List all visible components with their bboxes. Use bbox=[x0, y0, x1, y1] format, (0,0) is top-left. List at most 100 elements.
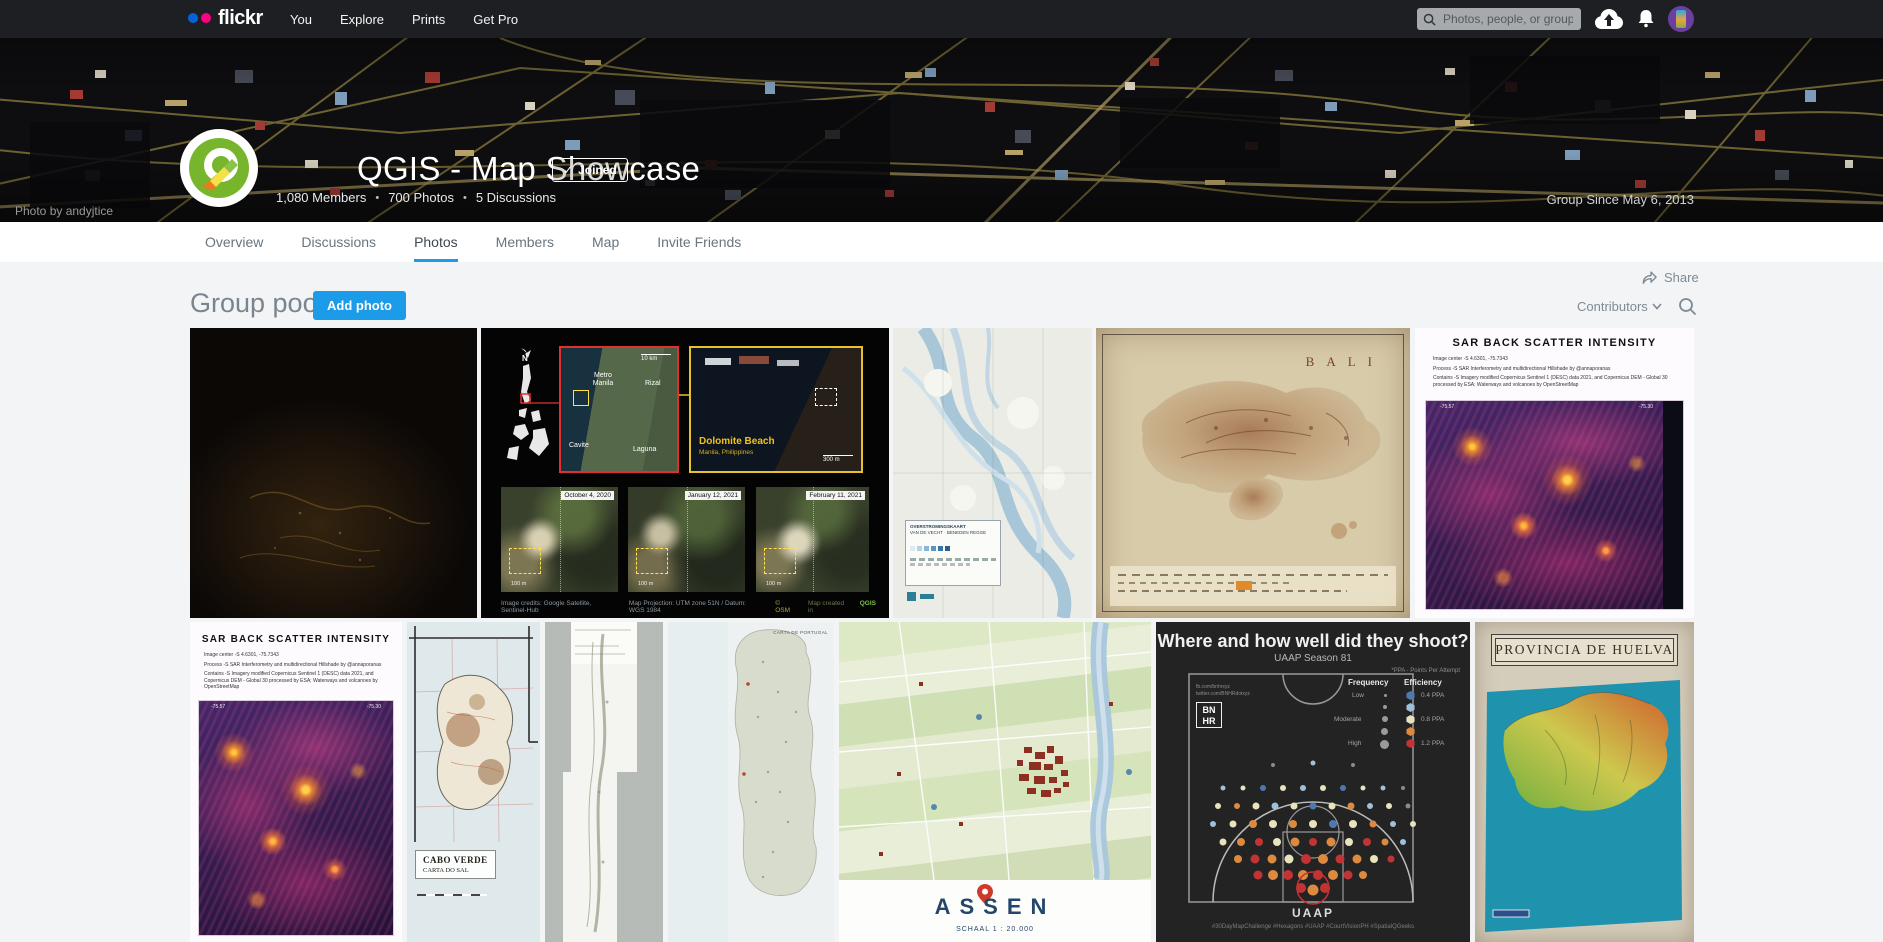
notifications-bell-icon[interactable] bbox=[1637, 9, 1655, 29]
nav-item-explore[interactable]: Explore bbox=[340, 12, 384, 27]
dark-relief-art bbox=[190, 328, 477, 618]
photo-tile-assen[interactable]: ASSEN SCHAAL 1 : 20.000 bbox=[839, 622, 1151, 942]
dolomite-beach-subtitle: Manila, Philippines bbox=[699, 449, 753, 456]
sar-side-strip bbox=[1663, 401, 1683, 609]
coord-label: -75.30 bbox=[1639, 404, 1653, 410]
social-links: fb.com/bnhrxyz twitter.com/BNHRdotxyz bbox=[1196, 684, 1250, 697]
coord-label: -75.57 bbox=[211, 704, 225, 710]
search-icon bbox=[1423, 13, 1436, 26]
photo-tile-dolomite-beach[interactable]: N Metro Manila Rizal Cavite Laguna 10 km… bbox=[481, 328, 889, 618]
panel-date: October 4, 2020 bbox=[561, 491, 614, 500]
bali-title: BALI bbox=[1306, 354, 1384, 370]
credit-osm: © OSM bbox=[775, 600, 794, 614]
nav-item-you[interactable]: You bbox=[290, 12, 312, 27]
global-search[interactable] bbox=[1417, 8, 1581, 30]
freq-dot bbox=[1383, 705, 1387, 709]
huelva-title: PROVINCIA DE HUELVA bbox=[1491, 634, 1678, 666]
nav-item-getpro[interactable]: Get Pro bbox=[473, 12, 518, 27]
group-title: QGIS - Map Showcase bbox=[357, 150, 700, 188]
highlight-box bbox=[573, 390, 589, 406]
sar-line1: Image center -S 4.6301, -75.7343 bbox=[1433, 356, 1673, 363]
photo-tile-long-coastline-map[interactable] bbox=[545, 622, 663, 942]
panel-date: January 12, 2021 bbox=[685, 491, 741, 500]
legend-04ppa: 0.4 PPA bbox=[1421, 692, 1444, 699]
discussions-count[interactable]: 5 Discussions bbox=[476, 190, 556, 205]
share-button[interactable]: Share bbox=[1641, 270, 1699, 285]
photo-tile-sar-backscatter-1[interactable]: SAR BACK SCATTER INTENSITY Image center … bbox=[1415, 328, 1694, 618]
legend-frequency-header: Frequency bbox=[1348, 678, 1388, 687]
user-avatar[interactable] bbox=[1668, 6, 1694, 32]
ship bbox=[705, 358, 731, 365]
joined-label: Joined bbox=[578, 163, 617, 177]
shot-chart-subtitle: UAAP Season 81 bbox=[1156, 653, 1470, 664]
twitter-link: twitter.com/BNHRdotxyz bbox=[1196, 691, 1250, 698]
flickr-logo[interactable]: flickr bbox=[188, 7, 263, 29]
sar-line2: Process -S SAR Interferometry and multid… bbox=[204, 662, 388, 669]
pool-search-icon[interactable] bbox=[1678, 297, 1697, 316]
group-avatar[interactable] bbox=[180, 129, 258, 207]
bnhr-logo: BN HR bbox=[1196, 702, 1222, 728]
bnhr-logo-bottom: HR bbox=[1197, 716, 1221, 727]
shot-chart-title: Where and how well did they shoot? bbox=[1156, 631, 1470, 652]
tab-members[interactable]: Members bbox=[496, 222, 554, 262]
photo-tile-provincia-de-huelva[interactable]: PROVINCIA DE HUELVA bbox=[1475, 622, 1694, 942]
chevron-down-icon bbox=[1652, 303, 1662, 310]
photo-tile-uaap-shot-chart[interactable]: Where and how well did they shoot? UAAP … bbox=[1156, 622, 1470, 942]
assen-scale: SCHAAL 1 : 20.000 bbox=[839, 926, 1151, 933]
qgis-logo bbox=[180, 129, 258, 207]
label-cavite: Cavite bbox=[569, 442, 589, 450]
photo-tile-river-flood-map[interactable]: OVERSTROMINGSKAART VAN DE VECHT · BENEDE… bbox=[893, 328, 1092, 618]
photo-tile-bali[interactable]: BALI bbox=[1096, 328, 1410, 618]
legend-efficiency-header: Efficiency bbox=[1404, 678, 1442, 687]
legend-subtitle: VAN DE VECHT · BENEDEN REGGE bbox=[910, 530, 996, 536]
search-input[interactable] bbox=[1441, 11, 1575, 27]
panel-date: February 11, 2021 bbox=[806, 491, 865, 500]
sar-title: SAR BACK SCATTER INTENSITY bbox=[1415, 337, 1694, 349]
legend-low: Low bbox=[1352, 692, 1364, 699]
tab-photos[interactable]: Photos bbox=[414, 222, 458, 262]
tab-discussions[interactable]: Discussions bbox=[301, 222, 376, 262]
panel-scale: 100 m bbox=[511, 581, 526, 587]
freq-dot bbox=[1382, 716, 1388, 722]
avatar-image bbox=[1676, 10, 1686, 28]
banner-photo-credit[interactable]: Photo by andyjtice bbox=[15, 204, 113, 218]
bullet-separator: • bbox=[463, 192, 467, 204]
legend-swatches bbox=[910, 538, 996, 566]
photo-tile-carta-de-portugal[interactable]: CARTA DE PORTUGAL bbox=[668, 622, 834, 942]
ship bbox=[739, 356, 769, 364]
joined-button[interactable]: ✓ Joined bbox=[552, 158, 628, 182]
legend-moderate: Moderate bbox=[1334, 716, 1361, 723]
tab-map[interactable]: Map bbox=[592, 222, 619, 262]
label-rizal: Rizal bbox=[645, 380, 661, 388]
upload-cloud-icon[interactable] bbox=[1593, 5, 1625, 33]
sar-map: -75.57 -75.30 bbox=[198, 700, 394, 936]
check-icon: ✓ bbox=[563, 163, 573, 177]
legend-12ppa: 1.2 PPA bbox=[1421, 740, 1444, 747]
assen-title: ASSEN bbox=[839, 894, 1151, 920]
photos-count[interactable]: 700 Photos bbox=[388, 190, 454, 205]
credit-imagery: Image credits: Google Satellite, Sentine… bbox=[501, 600, 615, 614]
tab-overview[interactable]: Overview bbox=[205, 222, 263, 262]
sar-map: -75.57 -75.30 bbox=[1425, 400, 1684, 610]
credit-qgis: QGIS bbox=[860, 600, 876, 614]
add-photo-button[interactable]: Add photo bbox=[313, 291, 406, 320]
tab-invite-friends[interactable]: Invite Friends bbox=[657, 222, 741, 262]
group-stats: 1,080 Members • 700 Photos • 5 Discussio… bbox=[276, 190, 556, 205]
photo-tile-dark-relief[interactable] bbox=[190, 328, 477, 618]
scale-bar: 10 km bbox=[641, 354, 671, 362]
members-count: 1,080 Members bbox=[276, 190, 366, 205]
panel-scale: 100 m bbox=[766, 581, 781, 587]
label-laguna: Laguna bbox=[633, 446, 656, 454]
coastline-art bbox=[545, 622, 663, 942]
ship bbox=[777, 360, 799, 366]
sar-meta: Image center -S 4.6301, -75.7343 Process… bbox=[204, 652, 388, 691]
map-legend-strip bbox=[1110, 566, 1396, 606]
photo-tile-cabo-verde-sal[interactable]: CABO VERDE CARTA DO SAL bbox=[407, 622, 540, 942]
contributors-dropdown[interactable]: Contributors bbox=[1577, 299, 1662, 314]
photo-tile-sar-backscatter-2[interactable]: SAR BACK SCATTER INTENSITY Image center … bbox=[190, 622, 402, 942]
page-title: Group pool bbox=[190, 288, 324, 319]
legend-high: High bbox=[1348, 740, 1361, 747]
credit-made-with: Map created in bbox=[808, 600, 846, 614]
nav-item-prints[interactable]: Prints bbox=[412, 12, 445, 27]
hashtags: #30DayMapChallenge #Hexagons #UAAP #Cour… bbox=[1156, 924, 1470, 930]
